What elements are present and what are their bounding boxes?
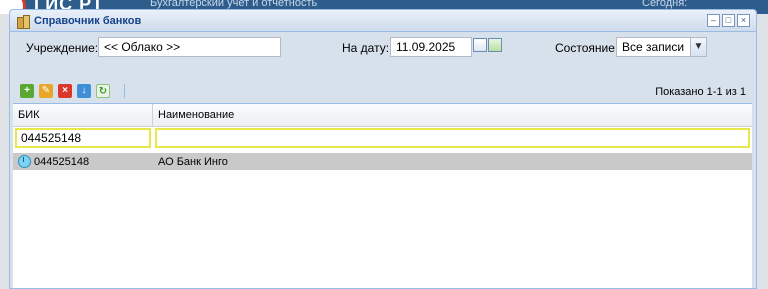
table-row[interactable]: 044525148 АО Банк Инго <box>13 153 752 170</box>
state-label: Состояние: <box>555 41 619 55</box>
name-filter-input[interactable] <box>155 128 750 148</box>
edit-icon[interactable]: ✎ <box>39 84 53 98</box>
paging-text: Показано 1-1 из 1 <box>655 86 746 98</box>
date-label: На дату: <box>342 41 390 55</box>
cell-name: АО Банк Инго <box>153 156 752 168</box>
close-icon[interactable]: × <box>737 14 750 27</box>
calendar-icon[interactable] <box>473 37 487 53</box>
filter-bar: Учреждение: << Облако >> На дату: 11.09.… <box>10 32 756 62</box>
delete-icon[interactable]: × <box>58 84 72 98</box>
refresh-icon[interactable]: ↻ <box>96 84 110 98</box>
date-field[interactable]: 11.09.2025 <box>390 37 472 57</box>
toolbar-separator <box>124 84 125 98</box>
column-header-name[interactable]: Наименование <box>153 104 752 126</box>
grid-toolbar: + ✎ × ↓ ↻ Показано 1-1 из 1 <box>10 80 756 104</box>
column-header-bik[interactable]: БИК <box>13 104 153 126</box>
bik-filter-input[interactable]: 044525148 <box>15 128 151 148</box>
institution-label: Учреждение: <box>26 41 99 55</box>
maximize-icon[interactable]: □ <box>722 14 735 27</box>
app-subtitle: Бухгалтерский учет и отчетность <box>150 0 318 9</box>
chevron-down-icon[interactable]: ▼ <box>690 37 707 57</box>
institution-field[interactable]: << Облако >> <box>98 37 281 57</box>
calendar-reset-icon[interactable] <box>488 37 502 53</box>
window-titlebar[interactable]: Справочник банков – □ × <box>10 10 756 32</box>
today-label: Сегодня: <box>642 0 688 9</box>
add-icon[interactable]: + <box>20 84 34 98</box>
banks-grid: БИК Наименование 044525148 044525148 АО … <box>13 103 752 288</box>
active-status-icon <box>18 155 31 168</box>
bik-value: 044525148 <box>34 155 90 168</box>
minimize-icon[interactable]: – <box>707 14 720 27</box>
grid-filter-row: 044525148 <box>13 127 752 153</box>
state-select[interactable]: Все записи <box>616 37 691 57</box>
grid-header: БИК Наименование <box>13 104 752 127</box>
window-title: Справочник банков <box>34 14 142 27</box>
cell-bik: 044525148 <box>13 155 153 168</box>
export-icon[interactable]: ↓ <box>77 84 91 98</box>
bank-books-icon <box>16 14 30 29</box>
bank-directory-window: Справочник банков – □ × Учреждение: << О… <box>9 9 757 289</box>
bank-name-value: АО Банк Инго <box>158 155 228 168</box>
